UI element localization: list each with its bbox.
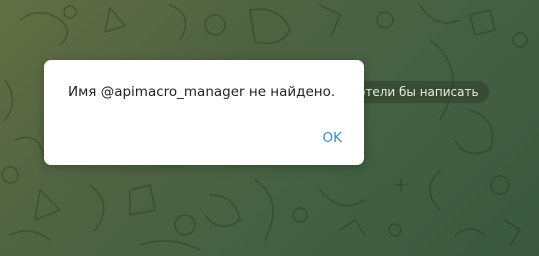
ok-button[interactable]: OK — [323, 130, 342, 146]
dialog-message: Имя @apimacro_manager не найдено. — [68, 84, 336, 100]
chat-hint-text: отели бы написать — [358, 85, 479, 99]
alert-dialog: Имя @apimacro_manager не найдено. OK — [44, 60, 364, 165]
